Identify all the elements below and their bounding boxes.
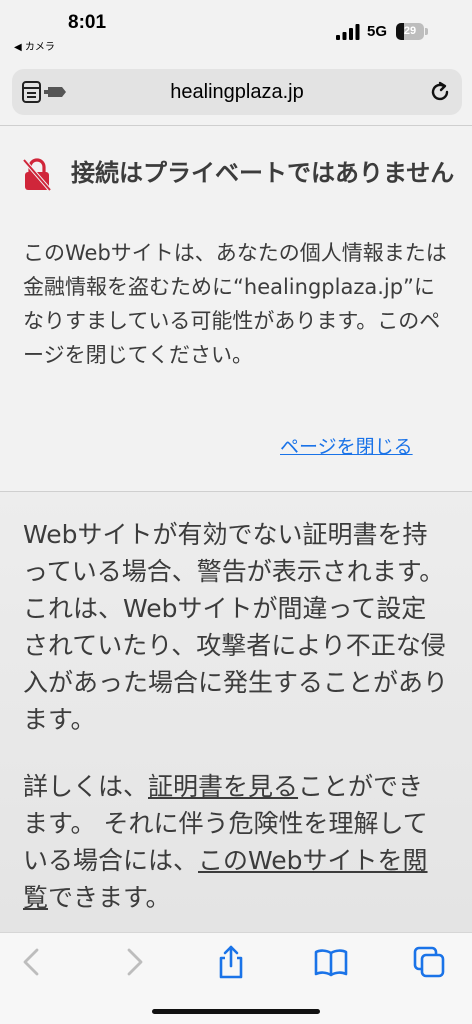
address-bar[interactable]: healingplaza.jp [12, 69, 462, 115]
url-field[interactable]: healingplaza.jp [72, 69, 402, 115]
more-info-suffix: できます。 [48, 883, 171, 912]
battery-level: 29 [403, 25, 417, 37]
details-section: Webサイトが有効でない証明書を持っている場合、警告が表示されます。これは、We… [0, 492, 472, 932]
network-type: 5G [367, 23, 388, 40]
home-indicator [152, 1009, 320, 1014]
warning-section: 接続はプライベートではありません このWebサイトは、あなたの個人情報または金融… [0, 126, 472, 491]
battery-icon: 29 [396, 23, 428, 40]
share-icon[interactable] [214, 945, 248, 979]
certificate-explanation: Webサイトが有効でない証明書を持っている場合、警告が表示されます。これは、We… [23, 520, 449, 734]
reload-icon[interactable] [428, 80, 452, 104]
tabs-overview-icon[interactable] [412, 945, 446, 979]
broken-lock-icon [22, 158, 52, 192]
status-bar: 8:01 ◀ カメラ 5G 29 [0, 0, 472, 60]
back-to-app-button[interactable]: ◀ カメラ [14, 38, 55, 53]
more-info-prefix: 詳しくは、 [23, 772, 149, 801]
close-page-link[interactable]: ページを閉じる [280, 432, 413, 459]
back-icon[interactable] [15, 945, 49, 979]
warning-message: このWebサイトは、あなたの個人情報または金融情報を盗むために“healingp… [23, 241, 447, 367]
view-certificate-link[interactable]: 証明書を見る [148, 772, 298, 801]
tabs-icon[interactable] [22, 81, 72, 103]
status-time: 8:01 [68, 12, 107, 33]
signal-bars-icon [336, 24, 360, 40]
more-info-paragraph: 詳しくは、証明書を見ることができます。 それに伴う危険性を理解している場合には、… [23, 768, 448, 916]
bookmarks-icon[interactable] [314, 945, 348, 979]
warning-title: 接続はプライベートではありません [71, 159, 455, 187]
forward-icon[interactable] [117, 945, 151, 979]
